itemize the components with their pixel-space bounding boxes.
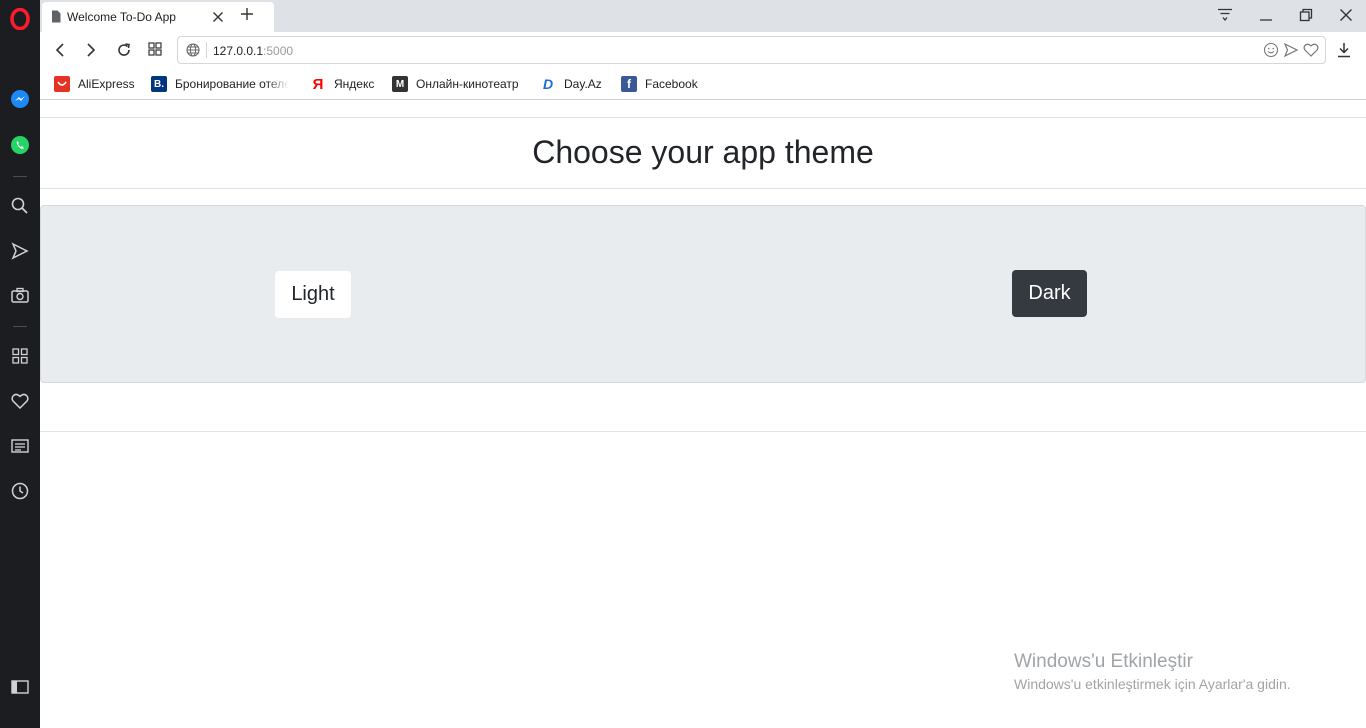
news-icon[interactable] (9, 435, 31, 457)
url-separator (206, 42, 207, 58)
heart-bookmark-icon[interactable] (1303, 42, 1319, 63)
speed-dial-icon[interactable] (9, 345, 31, 367)
address-bar-row: 127.0.0.1:5000 (40, 32, 1366, 68)
bookmark-label: Онлайн-кинотеатр (416, 77, 519, 91)
new-tab-plus-icon[interactable] (240, 7, 254, 26)
globe-icon (186, 43, 200, 62)
reload-icon[interactable] (116, 42, 132, 63)
download-icon[interactable] (1337, 42, 1351, 63)
whatsapp-icon[interactable] (9, 134, 31, 156)
url-actions (1263, 42, 1319, 63)
bookmark-label: Яндекс (334, 77, 375, 91)
theme-panel: Light Dark (40, 205, 1366, 383)
tab-menu-icon[interactable] (1217, 8, 1233, 27)
watermark-subtitle: Windows'u etkinleştirmek için Ayarlar'a … (1014, 676, 1291, 692)
bookmark-dayaz[interactable]: D Day.Az (540, 75, 602, 93)
camera-icon[interactable] (9, 284, 31, 306)
sidebar-separator (13, 176, 27, 177)
bookmark-facebook[interactable]: f Facebook (621, 75, 698, 93)
bookmark-aliexpress[interactable]: AliExpress (54, 75, 135, 93)
bookmark-booking[interactable]: B. Бронирование отеле (151, 75, 289, 93)
bookmark-label: AliExpress (78, 77, 135, 91)
megogo-icon: M (392, 76, 408, 92)
sidebar-toggle-icon[interactable] (9, 676, 31, 698)
speed-dial-grid-icon[interactable] (148, 42, 162, 61)
document-icon (51, 10, 61, 28)
watermark-title: Windows'u Etkinleştir (1014, 651, 1193, 672)
opera-sidebar (0, 0, 40, 728)
booking-icon: B. (151, 76, 167, 92)
light-theme-button[interactable]: Light (275, 271, 351, 318)
messenger-icon[interactable] (9, 88, 31, 110)
divider (40, 188, 1366, 189)
bookmarks-bar: AliExpress B. Бронирование отеле Я Яндек… (40, 68, 1366, 100)
smiley-icon[interactable] (1263, 42, 1279, 63)
bookmark-label: Day.Az (564, 77, 602, 91)
facebook-icon: f (621, 76, 637, 92)
close-window-icon[interactable] (1339, 8, 1353, 27)
aliexpress-icon (54, 76, 70, 92)
divider (40, 431, 1366, 432)
divider (40, 117, 1366, 118)
minimize-icon[interactable] (1259, 8, 1273, 27)
url-host: 127.0.0.1 (213, 44, 264, 58)
windows-activation-watermark: Windows'u Etkinleştir Windows'u etkinleş… (1014, 651, 1291, 692)
tab-strip: Welcome To-Do App (40, 0, 1366, 32)
url-field[interactable]: 127.0.0.1:5000 (177, 36, 1326, 64)
bookmark-label: Бронирование отеле (175, 77, 289, 91)
url-port: :5000 (263, 44, 294, 58)
dark-theme-button[interactable]: Dark (1012, 270, 1087, 317)
dayaz-icon: D (542, 76, 554, 92)
send-arrow-icon[interactable] (1283, 42, 1299, 63)
tab-close-icon[interactable] (212, 10, 224, 28)
heart-icon[interactable] (9, 390, 31, 412)
opera-logo-icon[interactable] (9, 8, 31, 30)
sidebar-separator (13, 326, 27, 327)
page-title: Choose your app theme (532, 134, 874, 170)
bookmark-megogo[interactable]: M Онлайн-кинотеатр (392, 75, 519, 93)
forward-icon[interactable] (84, 42, 98, 63)
yandex-icon: Я (312, 75, 324, 93)
tab-title: Welcome To-Do App (67, 10, 176, 24)
back-icon[interactable] (53, 42, 67, 63)
bookmark-yandex[interactable]: Я Яндекс (310, 75, 375, 93)
history-clock-icon[interactable] (9, 480, 31, 502)
send-icon[interactable] (9, 240, 31, 262)
bookmark-label: Facebook (645, 77, 698, 91)
url-text: 127.0.0.1:5000 (213, 44, 293, 58)
page-content: Choose your app theme Light Dark (40, 101, 1366, 728)
restore-icon[interactable] (1299, 8, 1313, 27)
search-icon[interactable] (9, 195, 31, 217)
